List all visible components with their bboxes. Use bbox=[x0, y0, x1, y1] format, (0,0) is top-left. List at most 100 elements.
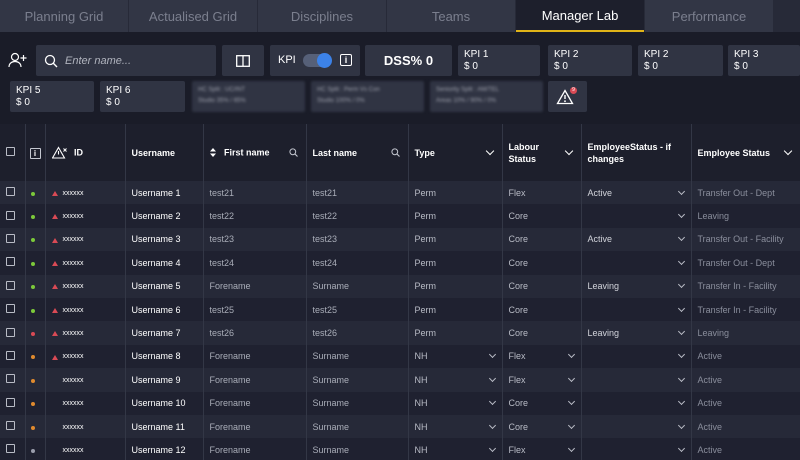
chevron-down-icon[interactable] bbox=[488, 351, 496, 359]
chevron-down-icon[interactable] bbox=[677, 281, 685, 289]
row-checkbox[interactable] bbox=[6, 327, 15, 337]
first-name-cell[interactable]: Forename bbox=[203, 391, 307, 415]
split-view-button[interactable] bbox=[222, 45, 264, 76]
table-row[interactable]: xxxxxx Username 7 test26 test26 Perm Core Leav… bbox=[0, 321, 800, 345]
first-name-header[interactable]: First name bbox=[203, 124, 307, 181]
chevron-down-icon[interactable] bbox=[677, 421, 685, 429]
username-cell[interactable]: Username 8 bbox=[125, 344, 204, 369]
table-row[interactable]: xxxxxx Username 5 Forename Surname Perm Core L… bbox=[0, 274, 800, 298]
row-checkbox[interactable] bbox=[6, 187, 15, 197]
id-header[interactable]: ID bbox=[45, 124, 126, 181]
tab-actualised-grid[interactable]: Actualised Grid bbox=[129, 0, 257, 32]
chevron-down-icon[interactable] bbox=[567, 444, 575, 453]
employee-status-change-select[interactable] bbox=[581, 414, 692, 439]
kpi-toggle[interactable] bbox=[303, 53, 332, 68]
row-checkbox[interactable] bbox=[6, 304, 15, 314]
first-name-cell[interactable]: Forename bbox=[203, 368, 307, 392]
first-name-cell[interactable]: Forename bbox=[203, 274, 307, 298]
type-header[interactable]: Type bbox=[408, 124, 503, 181]
first-name-cell[interactable]: test22 bbox=[203, 204, 307, 228]
tab-performance[interactable]: Performance bbox=[645, 0, 773, 32]
table-row[interactable]: xxxxxx Username 1 test21 test21 Perm Flex Acti… bbox=[0, 181, 800, 205]
first-name-cell[interactable]: Forename bbox=[203, 344, 307, 369]
search-box[interactable] bbox=[36, 45, 216, 76]
labour-status-cell[interactable]: Flex bbox=[502, 438, 582, 460]
chevron-down-icon[interactable] bbox=[564, 146, 573, 155]
labour-status-header[interactable]: Labour Status bbox=[502, 124, 582, 181]
labour-status-cell[interactable]: Flex bbox=[502, 344, 582, 369]
employee-status-change-select[interactable]: Leaving bbox=[581, 274, 692, 298]
last-name-cell[interactable]: Surname bbox=[306, 414, 409, 439]
chevron-down-icon[interactable] bbox=[677, 327, 685, 336]
select-all-checkbox[interactable] bbox=[6, 146, 15, 156]
chevron-down-icon[interactable] bbox=[488, 444, 496, 453]
chevron-down-icon[interactable] bbox=[677, 304, 685, 312]
last-name-cell[interactable]: test24 bbox=[306, 251, 409, 275]
chevron-down-icon[interactable] bbox=[488, 398, 496, 406]
last-name-cell[interactable]: test23 bbox=[306, 227, 409, 252]
type-cell[interactable]: NH bbox=[408, 344, 503, 369]
chevron-down-icon[interactable] bbox=[567, 421, 575, 429]
first-name-cell[interactable]: test26 bbox=[203, 321, 307, 345]
add-user-icon[interactable] bbox=[8, 52, 28, 68]
labour-status-cell[interactable]: Flex bbox=[502, 368, 582, 392]
username-cell[interactable]: Username 5 bbox=[125, 274, 204, 298]
last-name-cell[interactable]: Surname bbox=[306, 391, 409, 415]
type-cell[interactable]: NH bbox=[408, 414, 503, 439]
row-checkbox[interactable] bbox=[6, 421, 15, 431]
chevron-down-icon[interactable] bbox=[677, 398, 685, 406]
chevron-down-icon[interactable] bbox=[567, 398, 575, 406]
first-name-cell[interactable]: test24 bbox=[203, 251, 307, 275]
search-input[interactable] bbox=[65, 54, 205, 67]
chevron-down-icon[interactable] bbox=[677, 234, 685, 242]
chevron-down-icon[interactable] bbox=[677, 351, 685, 359]
last-name-cell[interactable]: Surname bbox=[306, 438, 409, 460]
table-row[interactable]: xxxxxx Username 4 test24 test24 Perm Core Tran… bbox=[0, 251, 800, 275]
search-column-icon[interactable] bbox=[288, 148, 298, 157]
table-row[interactable]: xxxxxx Username 9 Forename Surname NH Flex Act… bbox=[0, 368, 800, 392]
row-checkbox[interactable] bbox=[6, 210, 15, 220]
table-row[interactable]: xxxxxx Username 2 test22 test22 Perm Core Leav… bbox=[0, 204, 800, 228]
tab-disciplines[interactable]: Disciplines bbox=[258, 0, 386, 32]
username-cell[interactable]: Username 12 bbox=[125, 438, 204, 460]
table-row[interactable]: xxxxxx Username 8 Forename Surname NH Flex Act… bbox=[0, 344, 800, 369]
last-name-cell[interactable]: Surname bbox=[306, 368, 409, 392]
info-icon[interactable]: i bbox=[340, 54, 352, 66]
employee-status-change-select[interactable] bbox=[581, 368, 692, 392]
table-row[interactable]: xxxxxx Username 3 test23 test23 Perm Core Acti… bbox=[0, 227, 800, 252]
last-name-cell[interactable]: test21 bbox=[306, 181, 409, 205]
username-cell[interactable]: Username 7 bbox=[125, 321, 204, 345]
tab-manager-lab[interactable]: Manager Lab bbox=[516, 0, 644, 32]
chevron-down-icon[interactable] bbox=[677, 211, 685, 219]
last-name-cell[interactable]: Surname bbox=[306, 274, 409, 298]
row-checkbox[interactable] bbox=[6, 233, 15, 243]
type-cell[interactable]: NH bbox=[408, 368, 503, 392]
row-checkbox[interactable] bbox=[6, 280, 15, 290]
sort-icon[interactable] bbox=[209, 148, 216, 158]
username-cell[interactable]: Username 1 bbox=[125, 181, 204, 205]
row-checkbox[interactable] bbox=[6, 257, 15, 267]
warning-column-icon[interactable] bbox=[51, 146, 67, 159]
first-name-cell[interactable]: test21 bbox=[203, 181, 307, 205]
chevron-down-icon[interactable] bbox=[677, 257, 685, 265]
last-name-header[interactable]: Last name bbox=[306, 124, 409, 181]
chevron-down-icon[interactable] bbox=[677, 444, 685, 453]
username-cell[interactable]: Username 4 bbox=[125, 251, 204, 275]
username-header[interactable]: Username bbox=[125, 124, 204, 181]
employee-status-change-select[interactable]: Active bbox=[581, 181, 692, 205]
tab-teams[interactable]: Teams bbox=[387, 0, 515, 32]
employee-status-header[interactable]: Employee Status bbox=[691, 124, 800, 181]
row-checkbox[interactable] bbox=[6, 350, 15, 360]
table-row[interactable]: xxxxxx Username 6 test25 test25 Perm Core Tran… bbox=[0, 297, 800, 322]
chevron-down-icon[interactable] bbox=[488, 374, 496, 382]
last-name-cell[interactable]: test22 bbox=[306, 204, 409, 228]
username-cell[interactable]: Username 6 bbox=[125, 297, 204, 322]
type-cell[interactable]: NH bbox=[408, 438, 503, 460]
employee-status-change-select[interactable] bbox=[581, 204, 692, 228]
employee-status-change-select[interactable] bbox=[581, 391, 692, 415]
username-cell[interactable]: Username 3 bbox=[125, 227, 204, 252]
employee-status-change-select[interactable] bbox=[581, 251, 692, 275]
username-cell[interactable]: Username 10 bbox=[125, 391, 204, 415]
first-name-cell[interactable]: Forename bbox=[203, 414, 307, 439]
last-name-cell[interactable]: Surname bbox=[306, 344, 409, 369]
